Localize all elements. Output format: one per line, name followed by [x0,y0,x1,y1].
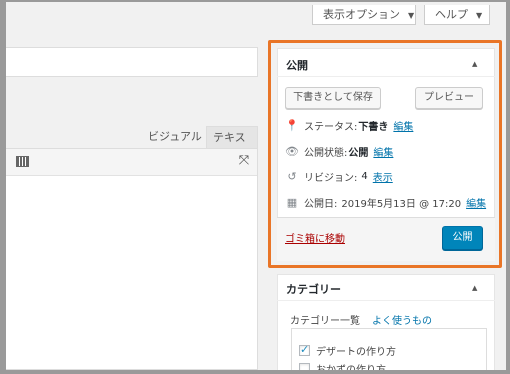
fullscreen-expand-icon[interactable]: ⤧ [237,154,251,168]
date-edit-link[interactable]: 編集 [466,195,486,210]
caret-down-icon: ▼ [408,11,415,20]
date-row: ▦ 公開日: 2019年5月13日 @ 17:20 編集 [285,195,486,210]
preview-button[interactable]: プレビュー [415,87,483,109]
status-value: 下書き [358,122,389,133]
tab-category-all[interactable]: カテゴリー一覧 [290,312,360,327]
list-item[interactable]: おかずの作り方 [299,361,386,370]
tab-visual[interactable]: ビジュアル [142,126,208,148]
category-checkbox[interactable] [299,343,310,356]
preview-label: プレビュー [424,92,474,103]
visibility-label: 公開状態: [304,148,348,159]
category-checklist: デザートの作り方 おかずの作り方 [291,328,487,370]
screen-options-label: 表示オプション [323,8,400,21]
eye-icon: 👁 [285,145,299,158]
post-title-input[interactable] [6,47,258,77]
collapse-toggle-icon[interactable]: ▲ [472,284,494,292]
status-row: 📍 ステータス: 下書き 編集 [285,118,413,133]
editor-area[interactable]: ⤧ [6,148,258,370]
date-label: 公開日: [304,199,338,210]
category-panel-title: カテゴリー [286,283,341,296]
category-label: おかずの作り方 [316,361,386,370]
publish-button-label: 公開 [452,232,473,243]
divider [277,76,495,77]
tab-visual-label: ビジュアル [148,130,202,143]
status-edit-link[interactable]: 編集 [393,118,413,133]
help-label: ヘルプ [435,8,468,21]
date-value: 2019年5月13日 @ 17:20 [341,199,462,210]
screenshot-frame: 表示オプション ▼ ヘルプ ▼ ビジュアル テキスト ⤧ 公開 ▲ 下書きとして保存… [6,2,506,370]
category-checkbox[interactable] [299,363,310,370]
publish-panel-title: 公開 [286,59,308,72]
history-icon: ↺ [287,170,297,183]
move-to-trash-link[interactable]: ゴミ箱に移動 [285,230,345,245]
divider [277,300,495,301]
caret-down-icon: ▼ [476,11,483,20]
keyboard-icon[interactable] [16,156,29,167]
calendar-icon: ▦ [286,196,298,209]
tab-text[interactable]: テキスト [206,126,258,166]
revisions-label: リビジョン: [304,173,358,184]
save-draft-label: 下書きとして保存 [293,92,373,103]
visibility-edit-link[interactable]: 編集 [373,144,393,159]
tab-category-popular[interactable]: よく使うもの [372,312,432,327]
publish-button[interactable]: 公開 [442,226,483,250]
revisions-row: ↺ リビジョン: 4 表示 [285,169,393,184]
collapse-toggle-icon[interactable]: ▲ [472,60,494,68]
pin-icon: 📍 [285,119,299,132]
screen-options-button[interactable]: 表示オプション ▼ [312,5,416,25]
visibility-value: 公開 [348,148,369,159]
help-button[interactable]: ヘルプ ▼ [424,5,490,25]
revisions-show-link[interactable]: 表示 [373,169,393,184]
editor-toolbar: ⤧ [6,149,257,176]
save-draft-button[interactable]: 下書きとして保存 [285,87,381,109]
category-label: デザートの作り方 [316,347,396,358]
status-label: ステータス: [304,122,358,133]
list-item[interactable]: デザートの作り方 [299,343,396,358]
visibility-row: 👁 公開状態: 公開 編集 [285,144,393,159]
revisions-value: 4 [361,171,368,182]
